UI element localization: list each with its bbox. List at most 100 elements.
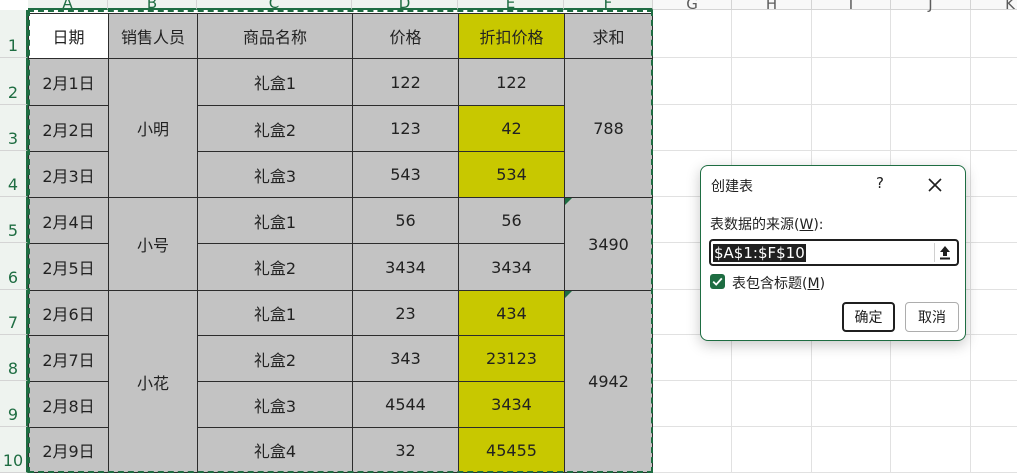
empty-cell[interactable]: [971, 151, 1017, 197]
ok-button[interactable]: 确定: [842, 302, 895, 332]
salesperson-cell[interactable]: 小花: [108, 290, 198, 473]
salesperson-cell[interactable]: 小明: [108, 58, 198, 198]
discount-cell[interactable]: 534: [458, 151, 565, 198]
header-price[interactable]: 价格: [352, 13, 459, 59]
column-header[interactable]: A: [28, 0, 108, 12]
empty-cell[interactable]: [971, 58, 1017, 105]
empty-cell[interactable]: [971, 243, 1017, 290]
header-date[interactable]: 日期: [28, 13, 109, 59]
row-header[interactable]: 3: [0, 105, 28, 151]
price-cell[interactable]: 543: [352, 151, 459, 198]
empty-cell[interactable]: [971, 197, 1017, 243]
empty-cell[interactable]: [971, 105, 1017, 151]
price-cell[interactable]: 56: [352, 197, 459, 244]
header-checkbox[interactable]: [710, 274, 725, 289]
discount-cell[interactable]: 122: [458, 58, 565, 106]
empty-cell[interactable]: [971, 427, 1017, 473]
price-cell[interactable]: 343: [352, 335, 459, 382]
empty-cell[interactable]: [653, 381, 732, 427]
row-header[interactable]: 8: [0, 335, 28, 381]
empty-cell[interactable]: [971, 10, 1017, 58]
date-cell[interactable]: 2月4日: [28, 197, 109, 244]
price-cell[interactable]: 4544: [352, 381, 459, 428]
date-cell[interactable]: 2月9日: [28, 427, 109, 473]
price-cell[interactable]: 32: [352, 427, 459, 473]
column-header[interactable]: I: [812, 0, 891, 13]
header-product[interactable]: 商品名称: [197, 13, 353, 59]
product-cell[interactable]: 礼盒2: [197, 243, 353, 291]
empty-cell[interactable]: [653, 427, 732, 473]
price-cell[interactable]: 122: [352, 58, 459, 106]
date-cell[interactable]: 2月6日: [28, 290, 109, 336]
empty-cell[interactable]: [891, 105, 971, 151]
discount-cell[interactable]: 45455: [458, 427, 565, 473]
empty-cell[interactable]: [653, 105, 732, 151]
column-header[interactable]: H: [732, 0, 812, 13]
column-header[interactable]: F: [564, 0, 653, 12]
empty-cell[interactable]: [812, 105, 891, 151]
discount-cell[interactable]: 23123: [458, 335, 565, 382]
sum-cell[interactable]: 3490: [564, 197, 653, 291]
empty-cell[interactable]: [891, 10, 971, 58]
column-header[interactable]: K: [971, 0, 1017, 13]
empty-cell[interactable]: [732, 105, 812, 151]
product-cell[interactable]: 礼盒2: [197, 335, 353, 382]
empty-cell[interactable]: [971, 335, 1017, 381]
row-header[interactable]: 4: [0, 151, 28, 197]
product-cell[interactable]: 礼盒1: [197, 197, 353, 244]
date-cell[interactable]: 2月3日: [28, 151, 109, 198]
sum-cell[interactable]: 788: [564, 58, 653, 198]
range-input[interactable]: $A$1:$F$10: [709, 239, 959, 266]
header-checkbox-label[interactable]: 表包含标题(M): [732, 273, 825, 293]
column-header[interactable]: B: [108, 0, 197, 12]
sum-cell[interactable]: 4942: [564, 290, 653, 473]
row-header[interactable]: 5: [0, 197, 28, 243]
empty-cell[interactable]: [653, 10, 732, 58]
row-header[interactable]: 2: [0, 58, 28, 105]
empty-cell[interactable]: [812, 335, 891, 381]
empty-cell[interactable]: [653, 335, 732, 381]
empty-cell[interactable]: [891, 335, 971, 381]
column-header[interactable]: E: [458, 0, 564, 12]
collapse-dialog-button[interactable]: [934, 243, 955, 262]
empty-cell[interactable]: [971, 381, 1017, 427]
discount-cell[interactable]: 434: [458, 290, 565, 336]
product-cell[interactable]: 礼盒2: [197, 105, 353, 152]
column-header[interactable]: D: [352, 0, 458, 12]
discount-cell[interactable]: 56: [458, 197, 565, 244]
price-cell[interactable]: 123: [352, 105, 459, 152]
column-header[interactable]: C: [197, 0, 352, 12]
product-cell[interactable]: 礼盒1: [197, 290, 353, 336]
date-cell[interactable]: 2月1日: [28, 58, 109, 106]
product-cell[interactable]: 礼盒3: [197, 381, 353, 428]
salesperson-cell[interactable]: 小号: [108, 197, 198, 291]
row-header[interactable]: 9: [0, 381, 28, 427]
empty-cell[interactable]: [732, 335, 812, 381]
row-header[interactable]: 7: [0, 290, 28, 335]
cancel-button[interactable]: 取消: [905, 302, 959, 332]
empty-cell[interactable]: [653, 58, 732, 105]
date-cell[interactable]: 2月2日: [28, 105, 109, 152]
row-header[interactable]: 1: [0, 10, 28, 58]
empty-cell[interactable]: [812, 381, 891, 427]
empty-cell[interactable]: [891, 381, 971, 427]
empty-cell[interactable]: [732, 10, 812, 58]
date-cell[interactable]: 2月7日: [28, 335, 109, 382]
header-sum[interactable]: 求和: [564, 13, 653, 59]
empty-cell[interactable]: [891, 58, 971, 105]
row-header[interactable]: 10: [0, 427, 28, 473]
price-cell[interactable]: 3434: [352, 243, 459, 291]
help-button[interactable]: ?: [872, 174, 888, 194]
product-cell[interactable]: 礼盒3: [197, 151, 353, 198]
empty-cell[interactable]: [812, 10, 891, 58]
empty-cell[interactable]: [971, 290, 1017, 335]
row-header[interactable]: 6: [0, 243, 28, 290]
column-header[interactable]: J: [891, 0, 971, 13]
empty-cell[interactable]: [812, 427, 891, 473]
price-cell[interactable]: 23: [352, 290, 459, 336]
empty-cell[interactable]: [732, 381, 812, 427]
empty-cell[interactable]: [732, 427, 812, 473]
empty-cell[interactable]: [812, 58, 891, 105]
discount-cell[interactable]: 42: [458, 105, 565, 152]
product-cell[interactable]: 礼盒1: [197, 58, 353, 106]
